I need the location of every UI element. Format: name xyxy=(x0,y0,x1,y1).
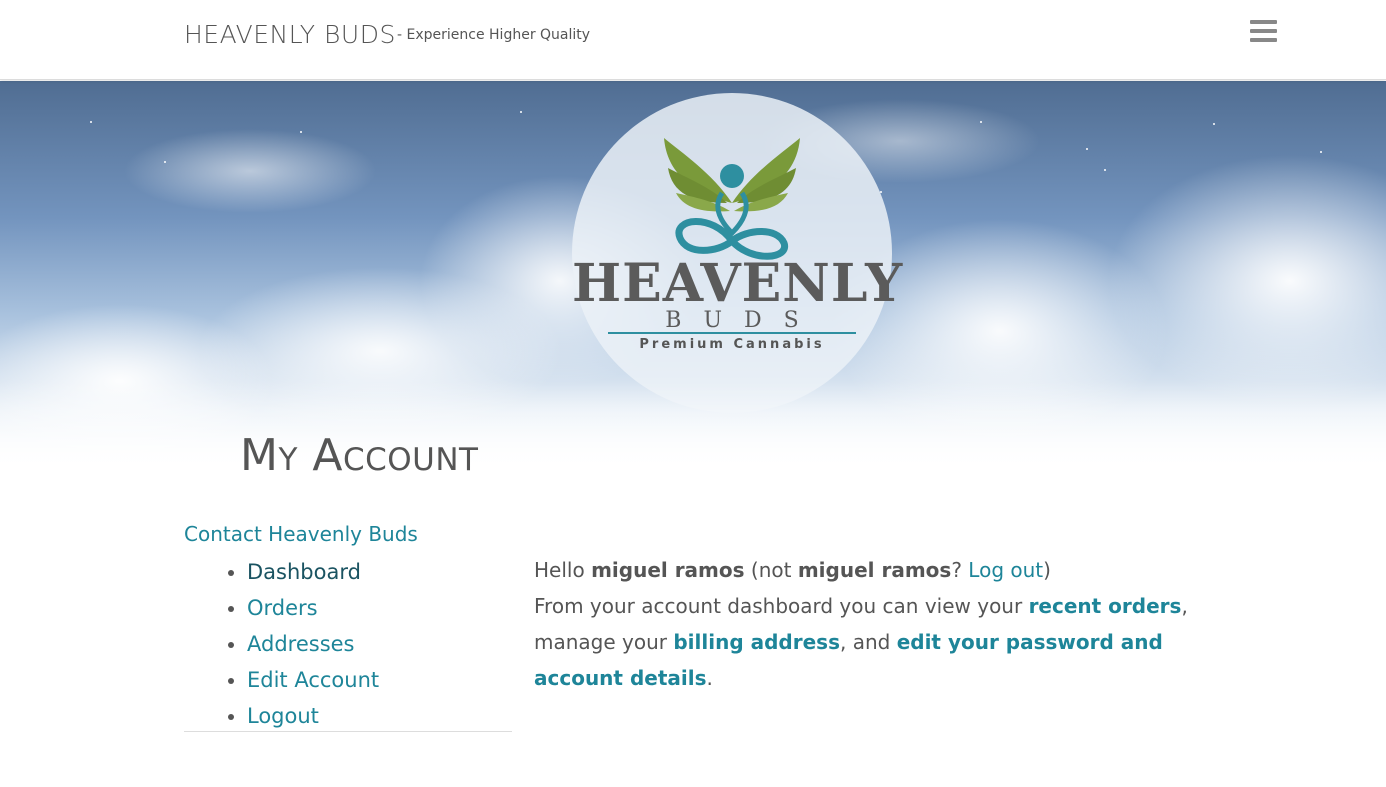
dashboard-intro: From your account dashboard you can view… xyxy=(534,588,1254,696)
nav-divider xyxy=(184,731,512,732)
not-user-name: miguel ramos xyxy=(797,558,952,582)
logo-tagline: Premium Cannabis xyxy=(639,337,825,352)
hamburger-menu-icon[interactable] xyxy=(1250,20,1278,44)
nav-item-edit-account: Edit Account xyxy=(247,662,512,698)
user-name: miguel ramos xyxy=(591,558,745,582)
nav-link-orders[interactable]: Orders xyxy=(247,596,318,620)
nav-link-logout[interactable]: Logout xyxy=(247,704,319,728)
contact-link[interactable]: Contact Heavenly Buds xyxy=(184,518,512,550)
close-paren: ) xyxy=(1043,558,1051,582)
star-decoration xyxy=(1104,169,1106,171)
site-header: HEAVENLY BUDS - Experience Higher Qualit… xyxy=(0,0,1386,80)
not-prefix: (not xyxy=(750,558,792,582)
star-decoration xyxy=(1320,151,1322,153)
nav-item-logout: Logout xyxy=(247,698,512,734)
star-decoration xyxy=(1213,123,1215,125)
hero-fade xyxy=(0,381,1386,471)
greeting-line: Hello miguel ramos (not miguel ramos? Lo… xyxy=(534,552,1254,588)
star-decoration xyxy=(1086,148,1088,150)
billing-address-link[interactable]: billing address xyxy=(673,630,840,654)
star-decoration xyxy=(164,161,166,163)
site-title[interactable]: HEAVENLY BUDS xyxy=(184,20,396,49)
nav-item-orders: Orders xyxy=(247,590,512,626)
star-decoration xyxy=(520,111,522,113)
star-decoration xyxy=(90,121,92,123)
nav-link-dashboard[interactable]: Dashboard xyxy=(247,560,361,584)
intro-text: From your account dashboard you can view… xyxy=(534,594,1023,618)
logo-subword: BUDS xyxy=(665,308,821,333)
nav-item-addresses: Addresses xyxy=(247,626,512,662)
recent-orders-link[interactable]: recent orders xyxy=(1029,594,1182,618)
menu-bar-icon xyxy=(1250,29,1277,33)
page-title: My Account xyxy=(240,430,479,481)
account-nav-list: Dashboard Orders Addresses Edit Account … xyxy=(247,554,512,734)
winged-leaf-figure-icon xyxy=(664,138,800,260)
star-decoration xyxy=(980,121,982,123)
period: . xyxy=(706,666,713,690)
and-text: , and xyxy=(839,630,891,654)
hero-banner: HEAVENLY BUDS Premium Cannabis xyxy=(0,81,1386,471)
menu-bar-icon xyxy=(1250,38,1277,42)
logo-divider xyxy=(608,332,856,334)
site-tagline: - Experience Higher Quality xyxy=(397,27,591,43)
menu-bar-icon xyxy=(1250,20,1277,24)
logo-wordmark: HEAVENLY xyxy=(572,253,904,314)
star-decoration xyxy=(300,131,302,133)
account-navigation: Contact Heavenly Buds Dashboard Orders A… xyxy=(184,518,512,734)
nav-link-addresses[interactable]: Addresses xyxy=(247,632,355,656)
dashboard-content: Hello miguel ramos (not miguel ramos? Lo… xyxy=(534,552,1254,696)
greeting-hello: Hello xyxy=(534,558,585,582)
nav-item-dashboard: Dashboard xyxy=(247,554,512,590)
logout-link[interactable]: Log out xyxy=(968,558,1043,582)
brand-logo: HEAVENLY BUDS Premium Cannabis xyxy=(572,93,904,413)
nav-link-edit-account[interactable]: Edit Account xyxy=(247,668,379,692)
not-suffix: ? xyxy=(951,558,962,582)
